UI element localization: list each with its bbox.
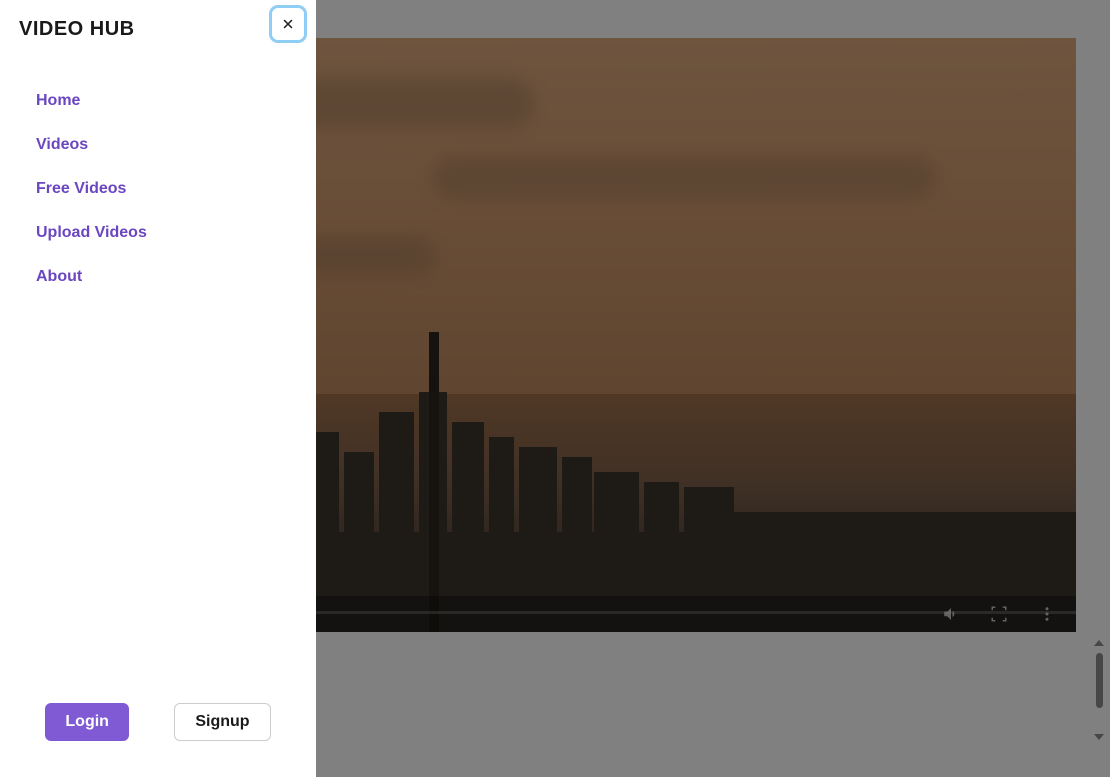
nav-item-home[interactable]: Home <box>0 79 316 123</box>
drawer-title: VIDEO HUB <box>19 18 135 41</box>
close-icon <box>281 17 295 31</box>
drawer-nav: Home Videos Free Videos Upload Videos Ab… <box>0 41 316 299</box>
drawer-footer: Login Signup <box>0 703 316 777</box>
nav-item-upload-videos[interactable]: Upload Videos <box>0 211 316 255</box>
drawer-header: VIDEO HUB <box>0 0 316 41</box>
nav-item-free-videos[interactable]: Free Videos <box>0 167 316 211</box>
signup-button[interactable]: Signup <box>174 703 270 741</box>
login-button[interactable]: Login <box>45 703 129 741</box>
nav-item-videos[interactable]: Videos <box>0 123 316 167</box>
close-button[interactable] <box>272 8 304 40</box>
drawer: VIDEO HUB Home Videos Free Videos Upload… <box>0 0 316 777</box>
nav-item-about[interactable]: About <box>0 255 316 299</box>
